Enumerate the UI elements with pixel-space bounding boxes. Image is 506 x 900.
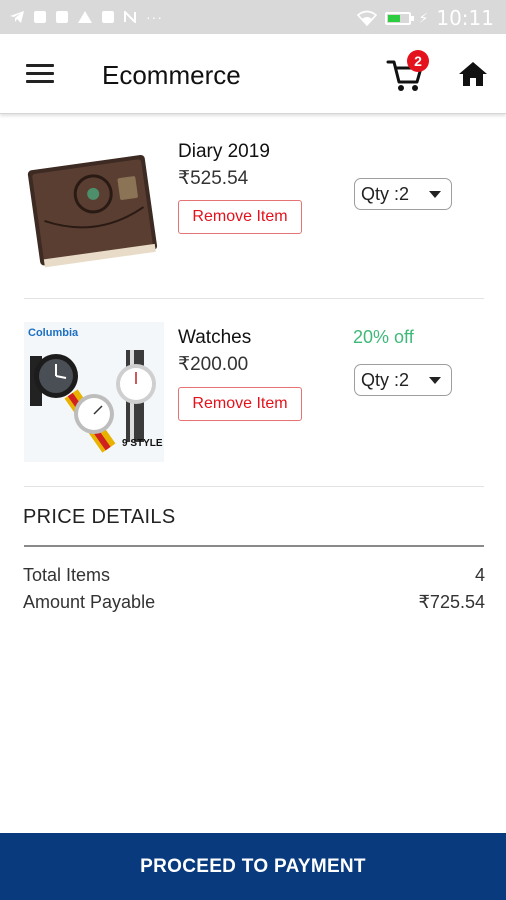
item-price: ₹200.00: [178, 354, 249, 375]
item-divider: [24, 298, 484, 299]
image-caption: 9 STYLE: [122, 438, 163, 449]
total-items-value: 4: [474, 565, 485, 585]
item-name[interactable]: Watches: [178, 327, 251, 349]
proceed-to-payment-button[interactable]: PROCEED TO PAYMENT: [0, 833, 506, 900]
menu-icon[interactable]: [26, 64, 54, 84]
watches-image[interactable]: Columbia 9 STYLE: [24, 322, 164, 462]
remove-item-button[interactable]: Remove Item: [178, 200, 302, 234]
page-title: Ecommerce: [102, 60, 241, 90]
remove-item-button[interactable]: Remove Item: [178, 387, 302, 421]
notification-icons: ···: [10, 9, 163, 25]
app-bar: Ecommerce 2: [0, 34, 506, 114]
status-bar: ··· ⚡ 10:11: [0, 0, 506, 34]
battery-icon: [384, 11, 414, 25]
cart-item: Diary 2019 ₹525.54 Remove Item Qty :2: [0, 114, 506, 300]
amount-payable-value: ₹725.54: [418, 592, 485, 612]
quantity-select-value: Qty :2: [361, 370, 410, 390]
quantity-select[interactable]: Qty :2: [354, 178, 452, 210]
mail-icon: [34, 11, 46, 23]
price-details-heading: PRICE DETAILS: [23, 506, 176, 528]
wifi-icon: [356, 10, 377, 26]
diary-image[interactable]: [24, 144, 164, 284]
quantity-select[interactable]: Qty :2: [354, 364, 452, 396]
discount-label: 20% off: [353, 327, 414, 347]
item-divider: [24, 486, 484, 487]
brand-label: Columbia: [28, 327, 79, 339]
system-icons: ⚡ 10:11: [356, 6, 494, 30]
overflow-dots: ···: [146, 9, 163, 25]
cart-count-badge: 2: [407, 50, 429, 72]
total-items-label: Total Items: [23, 565, 111, 585]
charging-icon: ⚡: [418, 9, 429, 26]
n-icon: [124, 11, 136, 23]
chevron-down-icon: [429, 377, 441, 384]
clock: 10:11: [436, 6, 494, 30]
quantity-select-value: Qty :2: [361, 184, 410, 204]
chevron-down-icon: [429, 191, 441, 198]
image-icon: [56, 11, 68, 23]
item-price: ₹525.54: [178, 168, 249, 189]
upload-icon: [78, 11, 92, 23]
amount-payable-label: Amount Payable: [23, 592, 156, 612]
gamepad-icon: [102, 11, 114, 23]
item-name[interactable]: Diary 2019: [178, 141, 270, 163]
cart-item: Columbia 9 STYLE Watches ₹200.00 Remove …: [0, 300, 506, 486]
telegram-icon: [10, 11, 24, 23]
price-details-divider: [24, 545, 484, 547]
home-icon[interactable]: [458, 60, 488, 88]
